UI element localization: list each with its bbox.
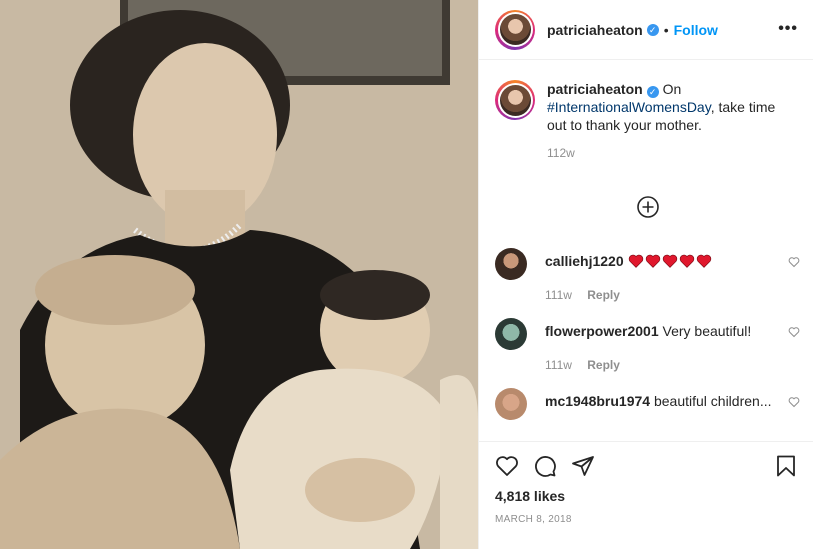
caption-prefix: On (662, 81, 682, 97)
red-heart-emoji-icon (679, 254, 694, 268)
caption-avatar[interactable] (495, 80, 535, 120)
header-separator: • (663, 21, 669, 38)
verified-badge-icon: ✓ (646, 86, 659, 98)
comment-text: Very beautiful! (662, 323, 752, 339)
plus-circle-icon[interactable] (636, 195, 660, 219)
comment-item: mc1948bru1974 beautiful children... (495, 388, 800, 420)
red-heart-emoji-icon (662, 254, 677, 268)
likes-count[interactable]: 4,818 likes (495, 488, 565, 504)
follow-button[interactable]: Follow (674, 22, 718, 38)
comment-age: 111w (545, 358, 572, 372)
comment-item: calliehj1220 111w Reply (495, 248, 800, 304)
comment-like-heart-icon[interactable] (788, 256, 800, 268)
commenter-username[interactable]: calliehj1220 (545, 253, 624, 269)
comment-like-heart-icon[interactable] (788, 396, 800, 408)
bookmark-icon[interactable] (774, 454, 798, 478)
red-heart-emoji-icon (645, 254, 660, 268)
commenter-avatar[interactable] (495, 318, 527, 350)
heart-icon[interactable] (495, 454, 519, 478)
reply-button[interactable]: Reply (587, 288, 620, 302)
commenter-username[interactable]: mc1948bru1974 (545, 393, 650, 409)
commenter-username[interactable]: flowerpower2001 (545, 323, 659, 339)
comment-icon[interactable] (533, 454, 557, 478)
caption-age: 112w (547, 146, 575, 160)
author-username[interactable]: patriciaheaton (547, 22, 643, 38)
post-side-panel: patriciaheaton ✓ • Follow ••• patriciahe… (478, 0, 813, 549)
commenter-avatar[interactable] (495, 248, 527, 280)
family-photo-illustration (0, 0, 478, 549)
comment-like-heart-icon[interactable] (788, 326, 800, 338)
comment-item: flowerpower2001 Very beautiful! 111w Rep… (495, 318, 800, 374)
caption-username[interactable]: patriciaheaton (547, 81, 643, 97)
reply-button[interactable]: Reply (587, 358, 620, 372)
post-photo[interactable] (0, 0, 478, 549)
verified-badge-icon: ✓ (646, 23, 659, 36)
instagram-post-modal: patriciaheaton ✓ • Follow ••• patriciahe… (0, 0, 813, 549)
red-heart-emoji-icon (628, 254, 643, 268)
comment-text: beautiful children... (653, 393, 772, 409)
more-options-icon[interactable]: ••• (778, 20, 798, 38)
comment-age: 111w (545, 288, 572, 302)
post-caption: patriciaheaton ✓ On #InternationalWomensD… (495, 80, 795, 162)
red-heart-emoji-icon (696, 254, 711, 268)
caption-hashtag-link[interactable]: #InternationalWomensDay (547, 99, 711, 115)
share-icon[interactable] (571, 454, 595, 478)
post-header: patriciaheaton ✓ • Follow ••• (479, 0, 813, 60)
post-actions: 4,818 likes MARCH 8, 2018 (479, 441, 813, 525)
author-avatar[interactable] (495, 9, 535, 50)
commenter-avatar[interactable] (495, 388, 527, 420)
post-date[interactable]: MARCH 8, 2018 (495, 514, 572, 525)
heart-emoji-icons (628, 253, 713, 269)
